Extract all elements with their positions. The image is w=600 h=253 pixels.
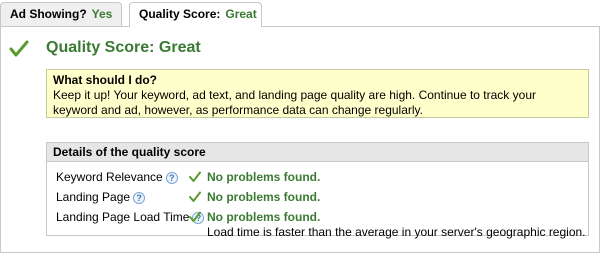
detail-note: Load time is faster than the average in … bbox=[207, 225, 586, 239]
details-title: Details of the quality score bbox=[47, 143, 588, 162]
detail-label: Landing Page Load Time bbox=[56, 210, 190, 224]
tab-quality-score-label: Quality Score: bbox=[139, 7, 221, 21]
help-icon[interactable]: ? bbox=[165, 172, 178, 184]
help-icon[interactable]: ? bbox=[133, 192, 146, 204]
checkmark-icon bbox=[189, 191, 201, 202]
tab-quality-score[interactable]: Quality Score: Great bbox=[129, 2, 262, 27]
tab-ad-showing[interactable]: Ad Showing? Yes bbox=[0, 2, 122, 26]
detail-label: Keyword Relevance bbox=[56, 170, 163, 184]
details-box: Details of the quality score Keyword Rel… bbox=[46, 142, 589, 239]
detail-status: No problems found. bbox=[207, 210, 321, 224]
detail-status: No problems found. bbox=[207, 170, 321, 184]
advice-text: Keep it up! Your keyword, ad text, and l… bbox=[53, 88, 536, 117]
detail-label: Landing Page bbox=[56, 190, 131, 204]
detail-status: No problems found. bbox=[207, 190, 321, 204]
advice-title: What should I do? bbox=[53, 73, 157, 87]
checkmark-icon bbox=[9, 40, 29, 57]
tab-ad-showing-label: Ad Showing? bbox=[10, 7, 87, 21]
checkmark-icon bbox=[189, 211, 201, 222]
tab-quality-score-value: Great bbox=[225, 7, 257, 21]
advice-box: What should I do? Keep it up! Your keywo… bbox=[46, 69, 589, 118]
tab-ad-showing-value: Yes bbox=[91, 7, 113, 21]
checkmark-icon bbox=[189, 171, 201, 182]
quality-score-panel: Quality Score: Great What should I do? K… bbox=[0, 26, 600, 253]
tab-bar: Ad Showing? Yes Quality Score: Great bbox=[0, 0, 600, 27]
page-title: Quality Score: Great bbox=[46, 39, 201, 56]
